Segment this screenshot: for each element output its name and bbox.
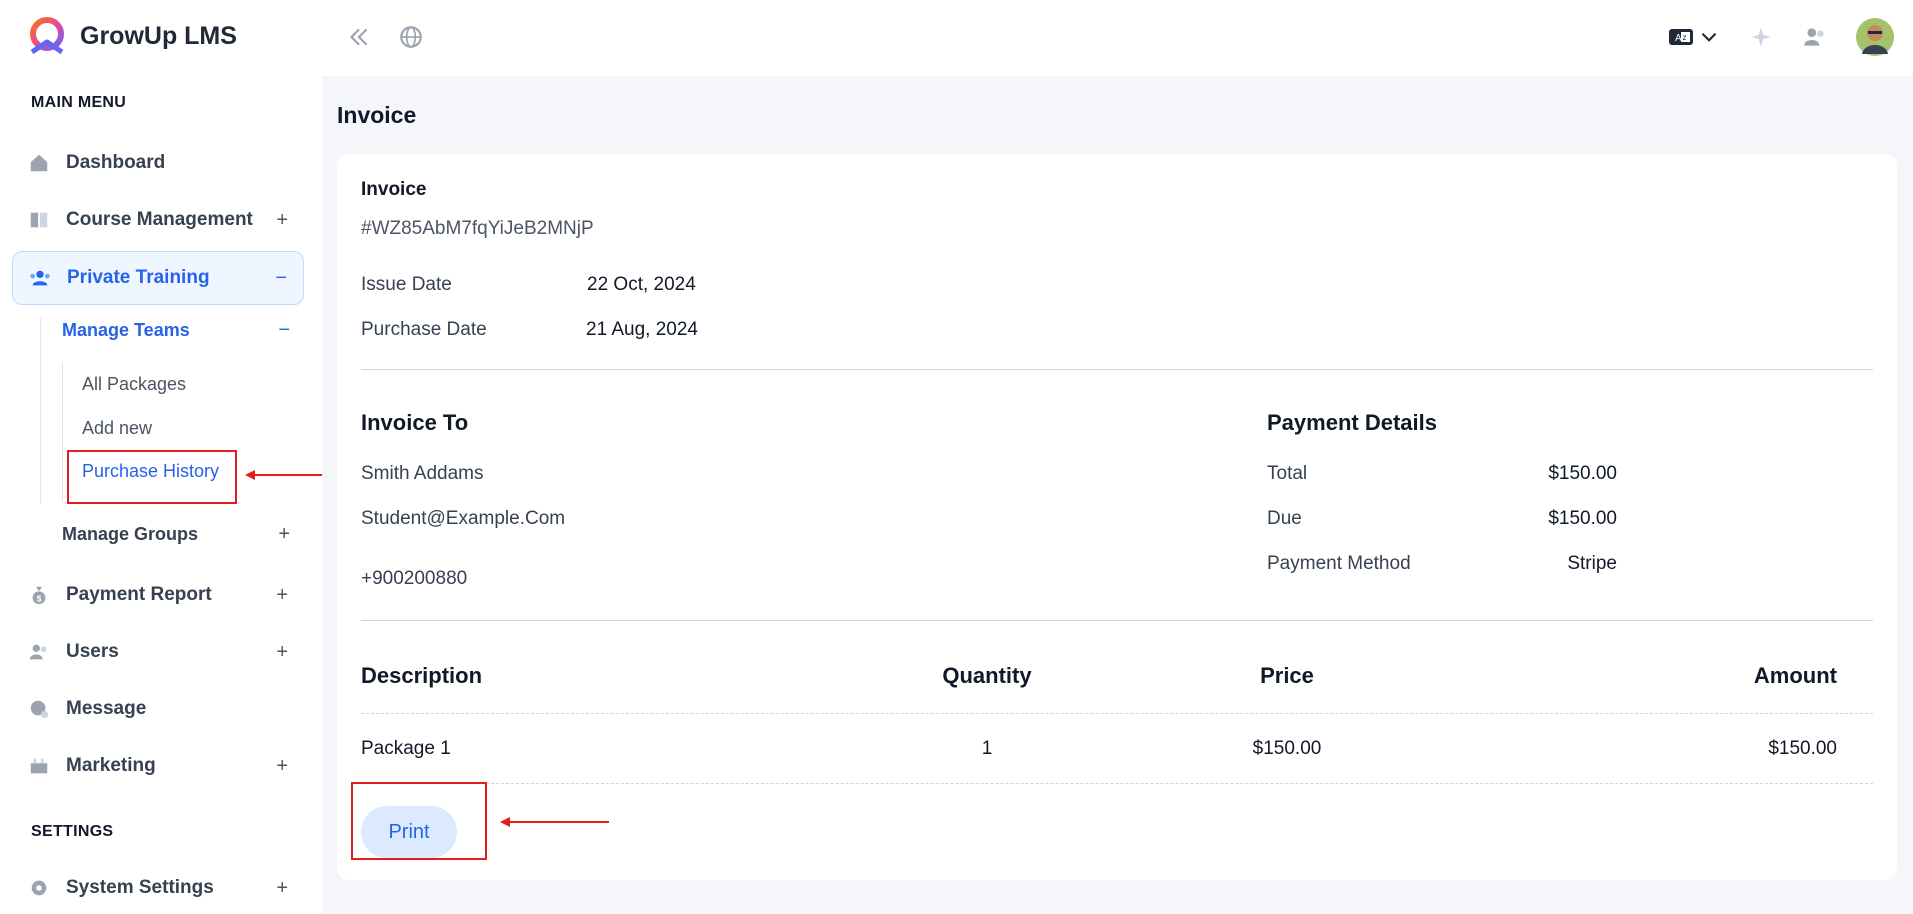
table-header-description: Description [361, 663, 483, 688]
money-bag-icon: $ [32, 586, 46, 605]
users-icon [29, 644, 47, 660]
sidebar-sub-manage-groups[interactable]: Manage Groups + [62, 516, 304, 552]
invoice-card: Invoice #WZ85AbM7fqYiJeB2MNjP Issue Date… [337, 154, 1897, 880]
total-value: $150.00 [1548, 463, 1617, 484]
sidebar-item-label: Dashboard [66, 152, 166, 173]
annotation-arrow-line [509, 821, 609, 823]
sidebar-item-label: Course Management [66, 209, 253, 230]
svg-text:$: $ [37, 594, 42, 603]
svg-text:A: A [1675, 33, 1682, 44]
payment-method-label: Payment Method [1267, 553, 1411, 574]
sidebar-leaf-all-packages[interactable]: All Packages [82, 374, 186, 395]
language-icon[interactable]: Az [1668, 24, 1694, 50]
sidebar-item-private-training[interactable]: Private Training − [12, 251, 304, 305]
sidebar-item-label: System Settings [66, 877, 214, 898]
sidebar-item-system-settings[interactable]: System Settings + [12, 861, 304, 914]
page-title: Invoice [337, 102, 417, 128]
row-amount: $150.00 [1768, 738, 1837, 759]
expand-icon[interactable]: + [276, 641, 288, 664]
brand[interactable]: GrowUp LMS [24, 16, 237, 56]
annotation-arrow-head [500, 817, 510, 827]
expand-icon[interactable]: + [276, 584, 288, 607]
top-bar: Az [322, 0, 1913, 76]
issue-date-value: 22 Oct, 2024 [587, 274, 696, 295]
book-icon [30, 212, 48, 228]
sub-item-label: Manage Teams [62, 319, 190, 340]
sidebar-item-dashboard[interactable]: Dashboard [12, 136, 304, 190]
row-price: $150.00 [1252, 738, 1322, 759]
sidebar-item-label: Private Training [67, 267, 210, 288]
invoice-to-heading: Invoice To [361, 410, 469, 435]
table-header-amount: Amount [1753, 663, 1837, 688]
expand-icon[interactable]: + [276, 877, 288, 900]
expand-icon[interactable]: + [278, 523, 290, 546]
due-label: Due [1267, 508, 1302, 529]
users-icon[interactable] [1802, 24, 1828, 50]
sidebar-item-label: Marketing [66, 755, 156, 776]
message-icon [30, 700, 49, 719]
app-name: GrowUp LMS [80, 21, 237, 50]
svg-text:z: z [1683, 33, 1687, 42]
sidebar-item-message[interactable]: Message [12, 682, 304, 736]
divider [361, 369, 1873, 370]
collapse-icon[interactable]: − [275, 267, 287, 290]
gear-icon [31, 880, 47, 896]
sidebar-item-payment-report[interactable]: $ Payment Report + [12, 568, 304, 622]
sidebar-item-label: Payment Report [66, 584, 212, 605]
divider [361, 620, 1873, 621]
sidebar-sub-manage-teams[interactable]: Manage Teams − [62, 312, 304, 348]
payment-details-heading: Payment Details [1267, 410, 1437, 435]
row-quantity: 1 [981, 738, 993, 759]
customer-email: Student@Example.Com [361, 508, 566, 529]
collapse-icon[interactable]: − [278, 319, 290, 342]
customer-name: Smith Addams [361, 463, 484, 484]
sidebar-item-course-management[interactable]: Course Management + [12, 193, 304, 247]
annotation-arrow-head [245, 470, 255, 480]
annotation-box-print [351, 782, 487, 860]
sidebar-item-label: Users [66, 641, 119, 662]
main-menu-label: MAIN MENU [31, 94, 127, 111]
marketing-icon [30, 758, 48, 774]
sidebar-item-marketing[interactable]: Marketing + [12, 739, 304, 793]
globe-icon[interactable] [398, 24, 424, 50]
tree-line [62, 362, 63, 502]
payment-method-value: Stripe [1567, 553, 1617, 574]
row-description: Package 1 [361, 738, 451, 759]
chevron-down-icon[interactable] [1696, 24, 1722, 50]
due-value: $150.00 [1548, 508, 1617, 529]
customer-phone: +900200880 [361, 568, 468, 589]
sparkle-icon[interactable] [1748, 24, 1774, 50]
avatar[interactable] [1856, 18, 1894, 56]
total-label: Total [1267, 463, 1308, 484]
purchase-date-label: Purchase Date [361, 319, 487, 340]
invoice-heading: Invoice [361, 179, 427, 200]
annotation-box-purchase-history [67, 450, 237, 504]
sidebar-leaf-add-new[interactable]: Add new [82, 418, 152, 439]
issue-date-label: Issue Date [361, 274, 452, 295]
tree-line [40, 318, 41, 504]
collapse-sidebar-icon[interactable] [346, 24, 372, 50]
table-divider [361, 783, 1873, 784]
expand-icon[interactable]: + [276, 209, 288, 232]
growup-logo-icon [30, 17, 64, 55]
training-icon [30, 270, 50, 286]
settings-label: SETTINGS [31, 823, 114, 840]
sidebar-item-label: Message [66, 698, 147, 719]
sub-item-label: Manage Groups [62, 523, 199, 544]
table-header-quantity: Quantity [942, 663, 1032, 688]
expand-icon[interactable]: + [276, 755, 288, 778]
annotation-arrow-line [254, 474, 322, 476]
sidebar-item-users[interactable]: Users + [12, 625, 304, 679]
invoice-number: #WZ85AbM7fqYiJeB2MNjP [361, 218, 594, 239]
purchase-date-value: 21 Aug, 2024 [586, 319, 698, 340]
home-icon [30, 154, 48, 172]
table-divider [361, 713, 1873, 714]
table-header-price: Price [1260, 663, 1314, 688]
